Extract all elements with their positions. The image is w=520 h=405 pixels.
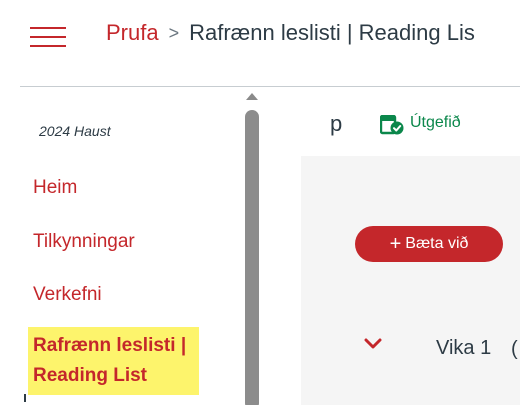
published-status-label[interactable]: Útgefið [410, 114, 461, 132]
sidebar-item-assignments[interactable]: Verkefni [33, 284, 102, 306]
breadcrumb-current-page: Rafrænn leslisti | Reading Lis [189, 20, 475, 45]
sidebar-scrollbar-thumb[interactable] [245, 110, 259, 405]
breadcrumb-separator: > [168, 23, 180, 43]
app-window: Prufa > Rafrænn leslisti | Reading Lis 2… [0, 0, 520, 405]
module-title-trailing: ( [511, 338, 518, 360]
sidebar-edge-marker [24, 394, 26, 402]
course-sidebar: 2024 Haust Heim Tilkynningar Verkefni Ra… [20, 87, 262, 405]
add-item-button[interactable]: + Bæta við [355, 226, 503, 262]
module-title: Vika 1 [436, 337, 492, 359]
sidebar-item-reading-list-label-line1: Rafrænn leslisti | [33, 335, 187, 356]
sidebar-item-reading-list-label-line2: Reading List [33, 365, 148, 386]
published-check-icon [380, 115, 404, 135]
scrollbar-up-arrow-icon[interactable] [246, 93, 258, 100]
sidebar-item-reading-list[interactable]: Rafrænn leslisti | Reading List [28, 327, 199, 395]
plus-icon: + [389, 233, 402, 255]
chevron-down-icon[interactable] [364, 338, 382, 350]
hamburger-menu-icon[interactable] [30, 26, 66, 48]
breadcrumb-course-link[interactable]: Prufa [106, 19, 159, 47]
term-label: 2024 Haust [39, 123, 111, 139]
sidebar-item-announcements[interactable]: Tilkynningar [33, 231, 135, 253]
modules-panel [301, 156, 520, 405]
sidebar-item-home[interactable]: Heim [33, 177, 77, 199]
toolbar-truncated-text: p [330, 111, 343, 136]
breadcrumb: Prufa > Rafrænn leslisti | Reading Lis [106, 19, 475, 47]
add-item-button-label: Bæta við [405, 235, 469, 252]
